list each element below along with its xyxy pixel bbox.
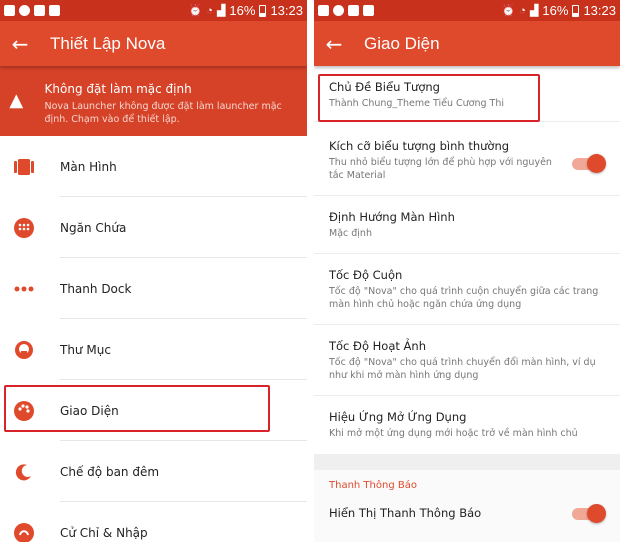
status-bar: ⏰ ◔ ▟ 16% 13:23	[314, 0, 620, 21]
nav-item-che-do-ban-dem[interactable]: Chế độ ban đêm	[0, 441, 307, 502]
alarm-icon: ⏰	[501, 5, 516, 17]
drive-icon	[34, 5, 45, 16]
notification-icon	[318, 5, 329, 16]
setting-normal-icon-size[interactable]: Kích cỡ biểu tượng bình thường Thu nhỏ b…	[314, 122, 620, 196]
page-title: Giao Diện	[364, 33, 440, 53]
section-gap	[314, 454, 620, 470]
back-arrow-icon[interactable]: ←	[314, 32, 354, 56]
app-drawer-icon	[14, 217, 34, 238]
battery-icon	[259, 4, 267, 17]
setting-title: Tốc Độ Cuộn	[329, 268, 403, 282]
setting-title: Kích cỡ biểu tượng bình thường	[329, 139, 510, 153]
signal-icon: ▟	[216, 5, 226, 17]
battery-icon	[572, 4, 580, 17]
nav-label: Giao Diện	[60, 403, 119, 418]
chat-icon	[19, 5, 30, 16]
setting-title: Chủ Đề Biểu Tượng	[329, 80, 440, 94]
alarm-icon: ⏰	[188, 5, 203, 17]
setting-subtitle: Khi mở một ứng dụng mới hoặc trở về màn …	[329, 428, 578, 439]
drive-icon	[348, 5, 359, 16]
app-bar: ← Thiết Lập Nova	[0, 21, 307, 66]
appearance-panel: ⏰ ◔ ▟ 16% 13:23 ← Giao Diện Chủ Đề Biểu …	[314, 0, 620, 542]
warning-title: Không đặt làm mặc định	[44, 82, 192, 96]
nav-label: Thanh Dock	[60, 281, 132, 296]
setting-screen-orientation[interactable]: Định Hướng Màn Hình Mặc định	[314, 196, 620, 254]
nav-item-giao-dien[interactable]: Giao Diện	[0, 380, 307, 441]
setting-title: Tốc Độ Hoạt Ảnh	[329, 339, 426, 353]
notification-bar-toggle[interactable]	[572, 504, 606, 523]
nav-item-man-hinh[interactable]: Màn Hình	[0, 136, 307, 197]
nav-label: Chế độ ban đêm	[60, 464, 160, 479]
nav-item-thanh-dock[interactable]: Thanh Dock	[0, 258, 307, 319]
nav-item-thu-muc[interactable]: Thư Mục	[0, 319, 307, 380]
chat-icon	[333, 5, 344, 16]
nav-item-cu-chi-nhap[interactable]: Cử Chỉ & Nhập	[0, 502, 307, 542]
signal-icon: ▟	[529, 5, 539, 17]
back-arrow-icon[interactable]: ←	[0, 32, 40, 56]
wifi-icon: ◔	[206, 4, 213, 17]
setting-scroll-speed[interactable]: Tốc Độ Cuộn Tốc độ "Nova" cho quá trình …	[314, 254, 620, 325]
battery-percent: 16%	[542, 3, 569, 18]
setting-icon-theme[interactable]: Chủ Đề Biểu Tượng Thành Chung_Theme Tiểu…	[314, 66, 620, 122]
setting-show-notification-bar[interactable]: Hiển Thị Thanh Thông Báo	[314, 498, 620, 538]
setting-subtitle: Tốc độ "Nova" cho quá trình cuộn chuyển …	[329, 286, 599, 310]
notification-icon	[4, 5, 15, 16]
setting-title: Hiệu Ứng Mở Ứng Dụng	[329, 410, 467, 424]
nav-label: Cử Chỉ & Nhập	[60, 525, 148, 540]
palette-icon	[14, 400, 34, 421]
nav-item-ngan-chua[interactable]: Ngăn Chứa	[0, 197, 307, 258]
setting-subtitle: Tốc độ "Nova" cho quá trình chuyển đổi m…	[329, 357, 596, 381]
setting-animation-speed[interactable]: Tốc Độ Hoạt Ảnh Tốc độ "Nova" cho quá tr…	[314, 325, 620, 396]
setting-title: Định Hướng Màn Hình	[329, 210, 455, 224]
bag-icon	[363, 5, 374, 16]
setting-subtitle: Thu nhỏ biểu tượng lớn để phù hợp với ng…	[329, 157, 552, 181]
bag-icon	[49, 5, 60, 16]
setting-subtitle: Mặc định	[329, 228, 372, 239]
clock: 13:23	[270, 3, 303, 18]
nav-label: Ngăn Chứa	[60, 220, 127, 235]
icon-size-toggle[interactable]	[572, 154, 606, 173]
page-title: Thiết Lập Nova	[50, 33, 166, 53]
default-launcher-warning[interactable]: ▲ Không đặt làm mặc định Nova Launcher k…	[0, 66, 307, 136]
app-bar: ← Giao Diện	[314, 21, 620, 66]
dock-icon	[14, 286, 34, 291]
setting-subtitle: Thành Chung_Theme Tiểu Cương Thi	[329, 98, 505, 109]
settings-main-panel: ⏰ ◔ ▟ 16% 13:23 ← Thiết Lập Nova ▲ Không…	[0, 0, 307, 542]
status-bar: ⏰ ◔ ▟ 16% 13:23	[0, 0, 307, 21]
warning-icon: ▲	[9, 90, 24, 111]
battery-percent: 16%	[229, 3, 256, 18]
wifi-icon: ◔	[519, 4, 526, 17]
nav-label: Màn Hình	[60, 159, 117, 174]
folder-icon	[15, 340, 33, 359]
warning-subtitle: Nova Launcher không được đặt làm launche…	[44, 101, 282, 125]
setting-title: Hiển Thị Thanh Thông Báo	[329, 506, 482, 520]
section-header: Thanh Thông Báo	[314, 470, 620, 498]
nav-label: Thư Mục	[60, 342, 111, 357]
moon-icon	[15, 463, 31, 480]
clock: 13:23	[583, 3, 616, 18]
panel-divider	[307, 0, 314, 542]
settings-list: Chủ Đề Biểu Tượng Thành Chung_Theme Tiểu…	[314, 66, 620, 454]
setting-app-open-effect[interactable]: Hiệu Ứng Mở Ứng Dụng Khi mở một ứng dụng…	[314, 396, 620, 454]
gesture-icon	[14, 522, 34, 542]
screen-icon	[14, 158, 34, 175]
